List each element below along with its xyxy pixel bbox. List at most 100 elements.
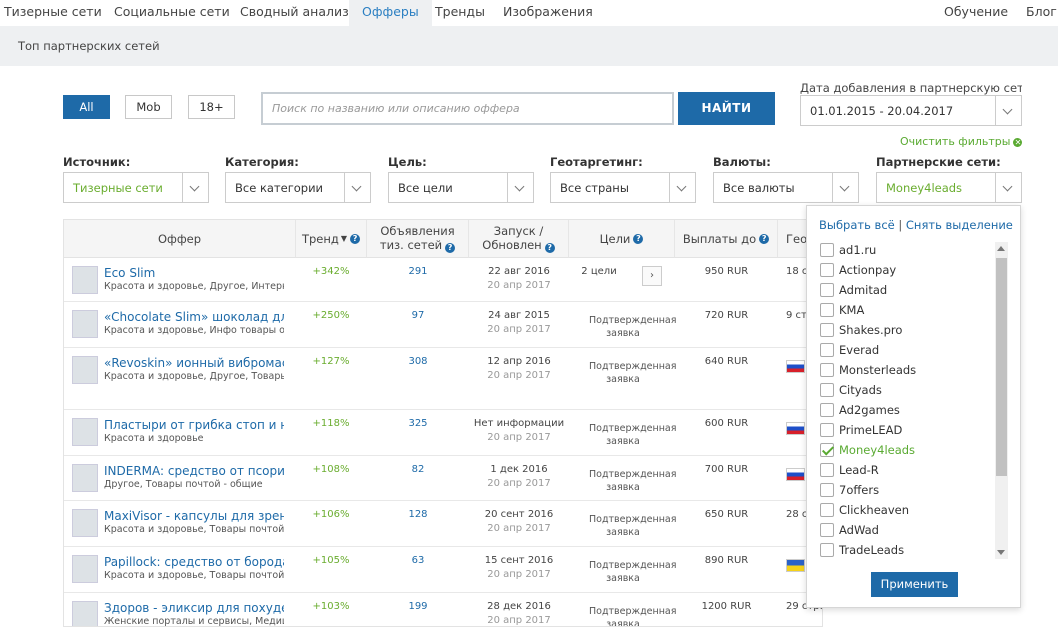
network-option[interactable]: Clickheaven [819,501,997,521]
table-row[interactable]: «Revoskin» ионный вибромассажерКрасота и… [64,348,822,410]
scrollbar-thumb[interactable] [996,258,1007,476]
offer-name[interactable]: MaxiVisor - капсулы для зрения [104,509,284,523]
scroll-down-icon[interactable] [997,550,1005,555]
offer-name[interactable]: Eco Slim [104,266,284,280]
ads-count[interactable]: 63 [367,555,469,566]
network-option[interactable]: PrimeLEAD [819,421,997,441]
offer-thumbnail[interactable] [72,509,98,537]
checkbox[interactable] [820,423,834,437]
table-row[interactable]: INDERMA: средство от псориазаДругое, Тов… [64,456,822,501]
ads-count[interactable]: 82 [367,464,469,475]
network-option[interactable]: Ad2games [819,401,997,421]
offer-thumbnail[interactable] [72,356,98,384]
select-all-link[interactable]: Выбрать всё [819,218,895,232]
network-option[interactable]: KMA [819,301,997,321]
network-option[interactable]: Everad [819,341,997,361]
source-select[interactable]: Тизерные сети [63,172,209,203]
goal-select[interactable]: Все цели [388,172,534,203]
network-option[interactable]: Monsterleads [819,361,997,381]
networks-select[interactable]: Money4leads [876,172,1022,203]
network-option[interactable]: TradeLeads [819,541,997,561]
nav-summary[interactable]: Сводный анализ [240,0,349,26]
table-row[interactable]: MaxiVisor - капсулы для зрения Красота и … [64,501,822,547]
clear-filters-link[interactable]: Очистить фильтры ✕ [900,135,1023,148]
checkbox[interactable] [820,283,834,297]
nav-blog[interactable]: Блог [1026,0,1057,26]
checkbox[interactable] [820,323,834,337]
nav-teaser-networks[interactable]: Тизерные сети [4,0,102,26]
scrollbar[interactable] [995,242,1008,559]
ads-count[interactable]: 97 [367,310,469,321]
checkbox[interactable] [820,383,834,397]
col-trend[interactable]: Тренд ▼? [296,220,367,258]
find-button[interactable]: НАЙТИ [678,92,775,125]
offer-name[interactable]: Здоров - эликсир для похудения [104,601,284,615]
table-row[interactable]: Eco Slim Красота и здоровье, Другое, Инте… [64,258,822,302]
chevron-right-icon[interactable]: › [642,266,662,286]
ads-count[interactable]: 291 [367,266,469,277]
offer-thumbnail[interactable] [72,310,98,338]
nav-trends[interactable]: Тренды [435,0,485,26]
all-button[interactable]: All [63,95,110,119]
checkbox[interactable] [820,503,834,517]
network-option[interactable]: 7offers [819,481,997,501]
table-row[interactable]: Здоров - эликсир для похуденияЖенские по… [64,593,822,626]
network-option[interactable]: Lead-R [819,461,997,481]
table-row[interactable]: «Chocolate Slim» шоколад для похуденияКр… [64,302,822,348]
table-row[interactable]: Papillock: средство от бородавокКрасота … [64,547,822,593]
offer-thumbnail[interactable] [72,601,98,626]
adult-button[interactable]: 18+ [188,95,235,119]
checkbox[interactable] [820,403,834,417]
checkbox[interactable] [820,543,834,557]
checkbox[interactable] [820,243,834,257]
offer-name[interactable]: «Chocolate Slim» шоколад для похудения [104,310,284,324]
offer-thumbnail[interactable] [72,266,98,294]
col-ads[interactable]: Объявления тиз. сетей? [367,220,469,258]
date-range-select[interactable]: 01.01.2015 - 20.04.2017 [800,95,1022,126]
geo-select[interactable]: Все страны [550,172,696,203]
offer-name[interactable]: INDERMA: средство от псориаза [104,464,284,478]
help-icon[interactable]: ? [350,233,361,244]
help-icon[interactable]: ? [633,233,644,244]
mob-button[interactable]: Mob [125,95,172,119]
col-offer[interactable]: Оффер [64,220,296,258]
nav-offers[interactable]: Офферы [349,0,432,26]
network-option[interactable]: AdWad [819,521,997,541]
ads-count[interactable]: 128 [367,509,469,520]
currency-select[interactable]: Все валюты [713,172,859,203]
checkbox[interactable] [820,343,834,357]
network-option[interactable]: Cityads [819,381,997,401]
col-goals[interactable]: Цели? [569,220,675,258]
top-networks-link[interactable]: Топ партнерских сетей [18,39,160,53]
category-select[interactable]: Все категории [225,172,371,203]
offer-thumbnail[interactable] [72,418,98,446]
nav-social-networks[interactable]: Социальные сети [114,0,230,26]
help-icon[interactable]: ? [445,243,456,253]
network-option[interactable]: Actionpay [819,261,997,281]
search-input[interactable]: Поиск по названию или описанию оффера [261,92,674,125]
offer-name[interactable]: «Revoskin» ионный вибромассажер [104,356,284,370]
checkbox[interactable] [820,523,834,537]
network-option[interactable]: ad1.ru [819,241,997,261]
col-payouts[interactable]: Выплаты до? [675,220,778,258]
network-option[interactable]: Money4leads [819,441,997,461]
nav-images[interactable]: Изображения [503,0,593,26]
help-icon[interactable]: ? [759,233,770,244]
table-row[interactable]: Пластыри от грибка стоп и ногтейКрасота … [64,410,822,456]
checkbox[interactable] [820,443,834,457]
network-option[interactable]: Shakes.pro [819,321,997,341]
nav-learning[interactable]: Обучение [944,0,1008,26]
deselect-link[interactable]: Снять выделение [906,218,1013,232]
offer-thumbnail[interactable] [72,464,98,492]
checkbox[interactable] [820,363,834,377]
apply-button[interactable]: Применить [871,572,958,597]
checkbox[interactable] [820,483,834,497]
ads-count[interactable]: 325 [367,418,469,429]
ads-count[interactable]: 308 [367,356,469,367]
checkbox[interactable] [820,303,834,317]
help-icon[interactable]: ? [544,243,555,253]
offer-name[interactable]: Пластыри от грибка стоп и ногтей [104,418,284,432]
ads-count[interactable]: 199 [367,601,469,612]
offer-thumbnail[interactable] [72,555,98,583]
checkbox[interactable] [820,263,834,277]
